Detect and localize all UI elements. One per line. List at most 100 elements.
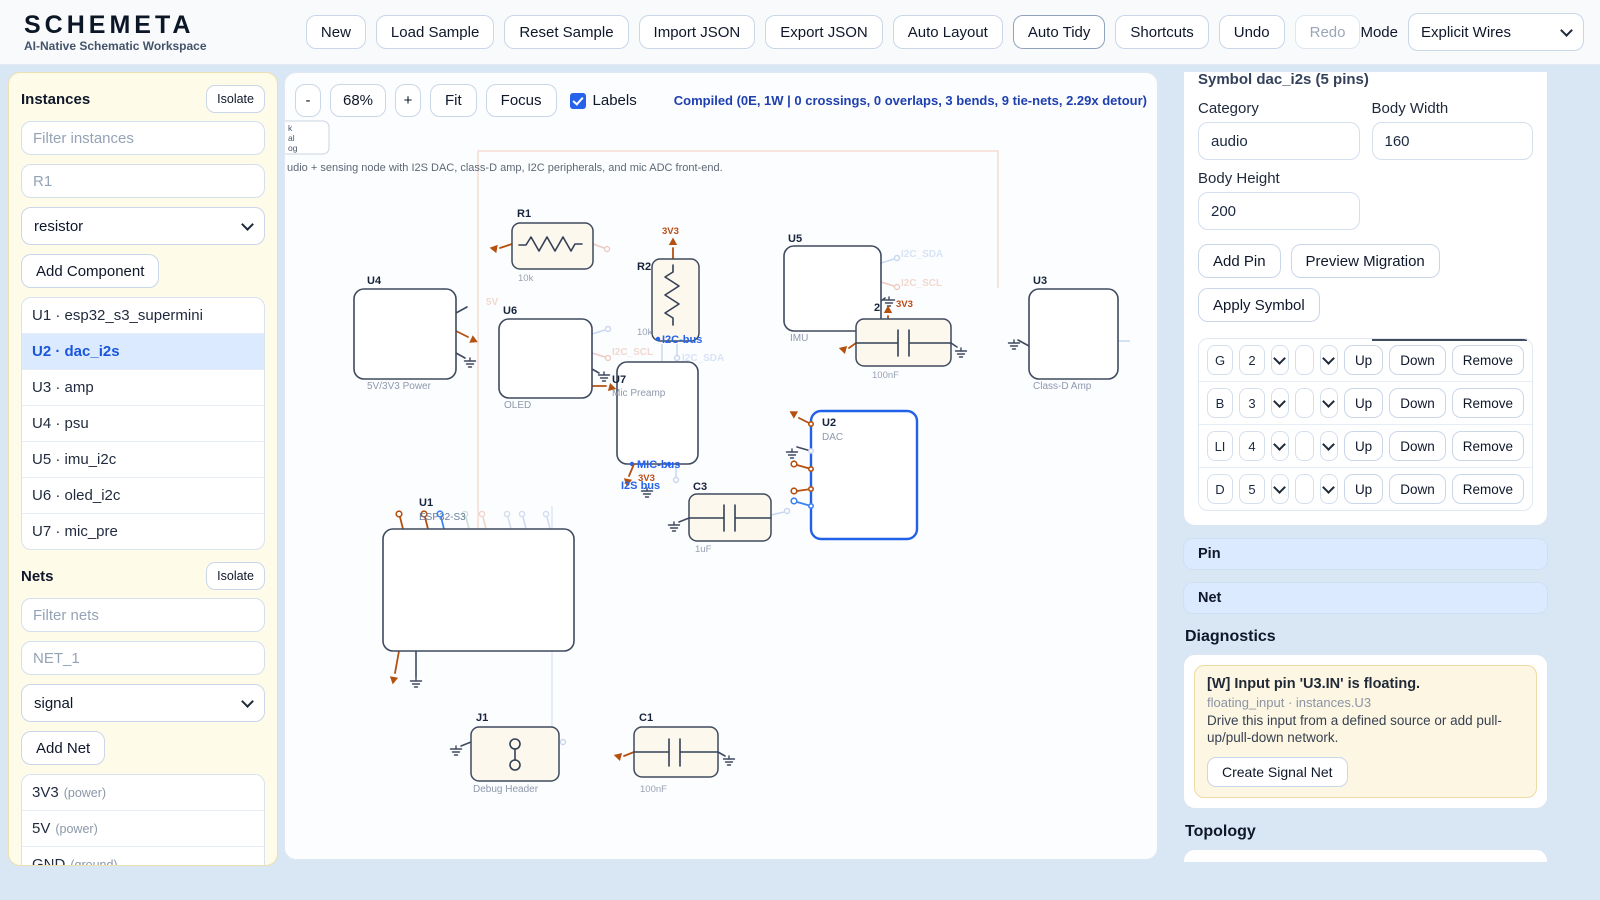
pin-side-select[interactable] [1271,431,1289,461]
net-row-3v3[interactable]: 3V3 (power) [22,775,264,810]
net-name: GND [32,856,65,866]
instance-type-select[interactable]: resistor [21,207,265,245]
component-u2[interactable] [787,408,918,539]
component-c3[interactable] [669,494,772,541]
pin-number-input[interactable] [1239,388,1265,418]
add-component-button[interactable]: Add Component [21,254,159,288]
zoom-in-button[interactable]: + [395,84,421,117]
body-height-input[interactable] [1198,192,1360,230]
component-r1[interactable] [489,223,610,269]
zoom-out-button[interactable]: - [295,84,321,117]
auto-layout-button[interactable]: Auto Layout [893,15,1003,49]
export-json-button[interactable]: Export JSON [765,15,883,49]
shortcuts-button[interactable]: Shortcuts [1115,15,1208,49]
pin-net-input[interactable] [1295,474,1314,504]
pin-net-input[interactable] [1295,345,1314,375]
instance-row-u7[interactable]: U7 · mic_pre [22,513,264,549]
chevron-down-icon [241,695,254,708]
pin-net-input[interactable] [1295,431,1314,461]
schematic-canvas[interactable]: k al og udio + sensing node with I2S DAC… [284,72,1158,860]
pin-side-select[interactable] [1271,345,1289,375]
net-type-value: signal [34,695,233,712]
pin-up-button[interactable]: Up [1344,474,1383,504]
zoom-level-button[interactable]: 68% [330,84,386,117]
instance-name-input[interactable] [21,164,265,198]
pin-number-input[interactable] [1239,345,1265,375]
pin-up-button[interactable]: Up [1344,388,1383,418]
pin-remove-button[interactable]: Remove [1452,388,1524,418]
pin-net-input[interactable] [1295,388,1314,418]
component-j1[interactable] [451,727,560,781]
pin-kind-select[interactable] [1320,474,1338,504]
category-input[interactable] [1198,122,1360,160]
body-height-label: Body Height [1198,170,1360,187]
pin-side-select[interactable] [1271,388,1289,418]
component-u1[interactable] [383,511,574,687]
nets-filter-input[interactable] [21,598,265,632]
instances-filter-input[interactable] [21,121,265,155]
new-button[interactable]: New [306,15,366,49]
apply-symbol-button[interactable]: Apply Symbol [1198,288,1320,322]
component-u7[interactable] [617,362,698,497]
pin-down-button[interactable]: Down [1389,474,1446,504]
reset-sample-button[interactable]: Reset Sample [504,15,628,49]
pin-name-input[interactable] [1207,345,1233,375]
load-sample-button[interactable]: Load Sample [376,15,494,49]
mode-select[interactable]: Explicit Wires [1408,13,1584,51]
instance-row-u1[interactable]: U1 · esp32_s3_supermini [22,298,264,333]
add-pin-button[interactable]: Add Pin [1198,244,1281,278]
pin-name-input[interactable] [1207,474,1233,504]
pin-side-select[interactable] [1271,474,1289,504]
instance-row-u2[interactable]: U2 · dac_i2s [22,333,264,369]
add-net-button[interactable]: Add Net [21,731,105,765]
pin-down-button[interactable]: Down [1389,388,1446,418]
pin-name-input[interactable] [1207,431,1233,461]
auto-tidy-button[interactable]: Auto Tidy [1013,15,1106,49]
net-row-gnd[interactable]: GND (ground) [22,846,264,866]
pin-down-button[interactable]: Down [1389,345,1446,375]
component-r2[interactable] [652,238,699,342]
svg-text:3V3: 3V3 [896,299,913,310]
pin-number-input[interactable] [1239,474,1265,504]
fit-button[interactable]: Fit [430,84,477,117]
pin-down-button[interactable]: Down [1389,431,1446,461]
pin-kind-select[interactable] [1320,431,1338,461]
net-section-bar[interactable]: Net [1183,582,1548,614]
net-type-select[interactable]: signal [21,684,265,722]
pin-remove-button[interactable]: Remove [1452,474,1524,504]
instance-row-u5[interactable]: U5 · imu_i2c [22,441,264,477]
svg-text:R1: R1 [517,208,531,220]
instance-row-u6[interactable]: U6 · oled_i2c [22,477,264,513]
pin-kind-select[interactable] [1320,345,1338,375]
nets-isolate-button[interactable]: Isolate [206,562,265,590]
category-label: Category [1198,100,1360,117]
undo-button[interactable]: Undo [1219,15,1285,49]
pin-remove-button[interactable]: Remove [1452,345,1524,375]
component-u3[interactable] [1009,289,1119,379]
component-c1[interactable] [613,727,735,777]
svg-text:al: al [288,133,295,143]
svg-text:5V: 5V [486,297,499,308]
instance-row-u4[interactable]: U4 · psu [22,405,264,441]
pin-remove-button[interactable]: Remove [1452,431,1524,461]
labels-toggle[interactable]: Labels [570,92,637,109]
focus-button[interactable]: Focus [486,84,557,117]
instance-row-u3[interactable]: U3 · amp [22,369,264,405]
pin-up-button[interactable]: Up [1344,345,1383,375]
instances-isolate-button[interactable]: Isolate [206,85,265,113]
preview-migration-button[interactable]: Preview Migration [1291,244,1440,278]
component-u6[interactable] [499,319,617,398]
net-row-5v[interactable]: 5V (power) [22,810,264,846]
body-width-input[interactable] [1372,122,1534,160]
checkbox-checked-icon[interactable] [570,93,586,109]
net-name-input[interactable] [21,641,265,675]
pin-name-input[interactable] [1207,388,1233,418]
pin-section-bar[interactable]: Pin [1183,538,1548,570]
pin-kind-select[interactable] [1320,388,1338,418]
import-json-button[interactable]: Import JSON [639,15,756,49]
redo-button[interactable]: Redo [1295,15,1361,49]
create-signal-net-button[interactable]: Create Signal Net [1207,757,1348,787]
component-u4[interactable] [354,289,480,379]
pin-number-input[interactable] [1239,431,1265,461]
pin-up-button[interactable]: Up [1344,431,1383,461]
